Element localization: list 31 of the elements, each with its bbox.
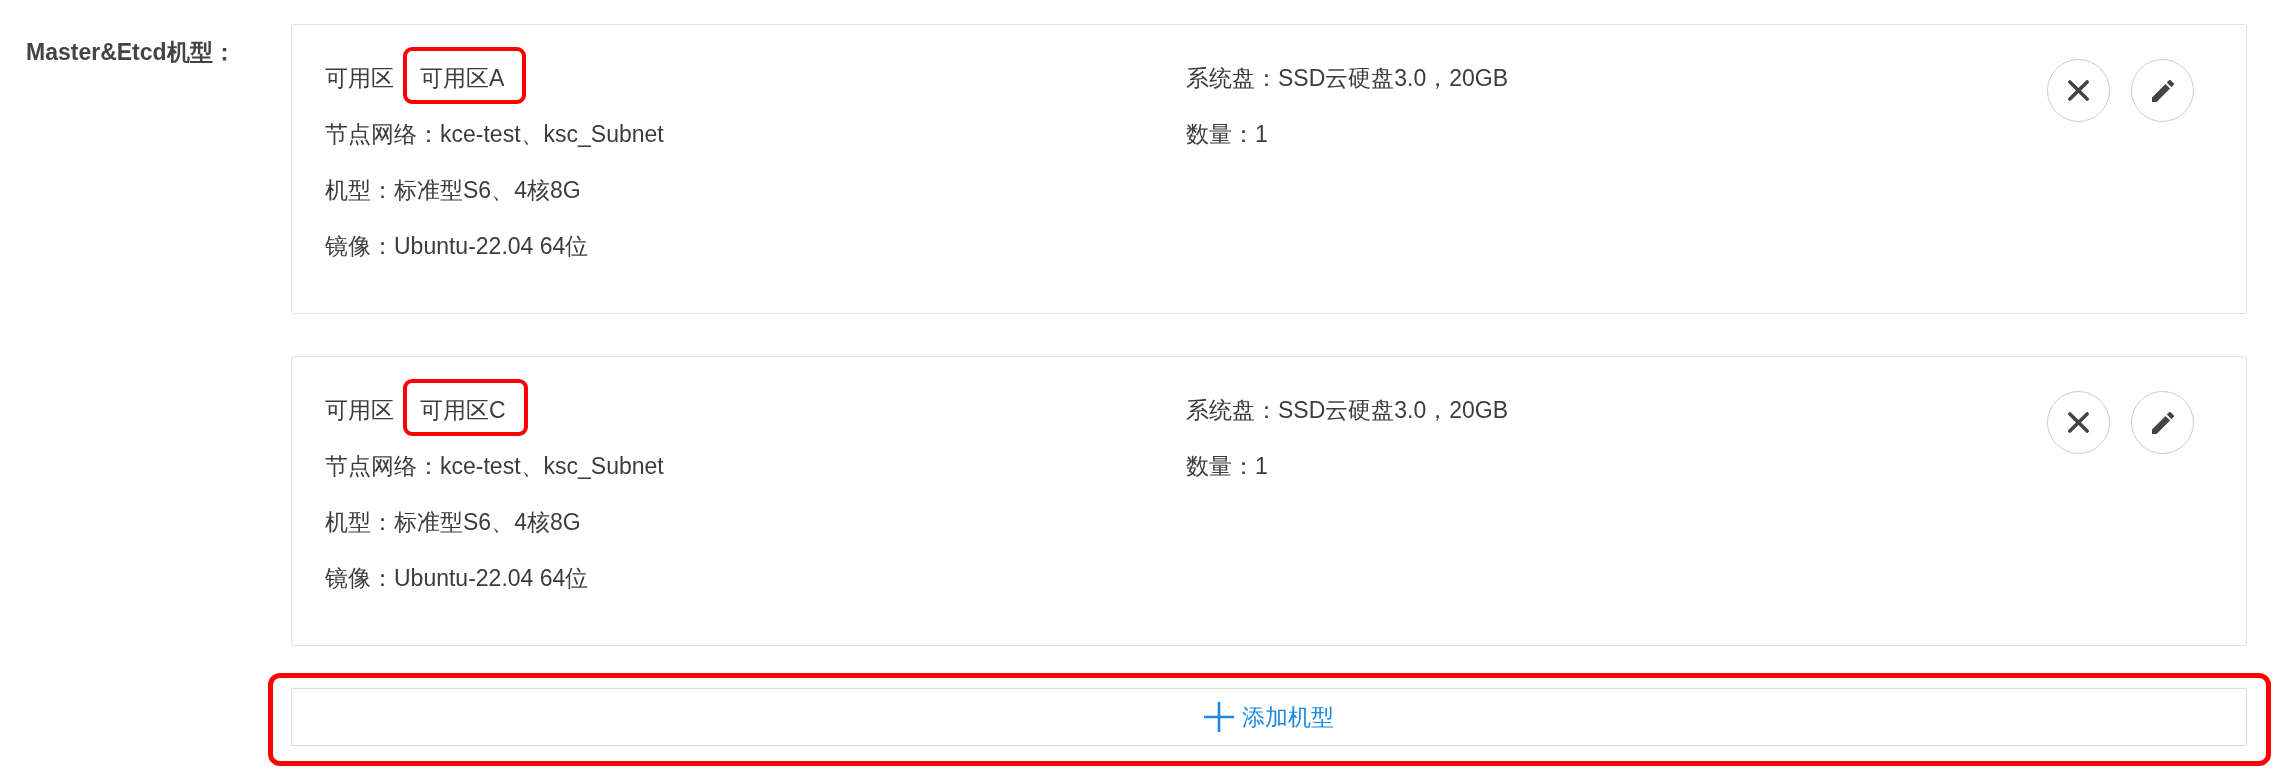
- field-label: 可用区: [325, 64, 394, 93]
- field-label: 机型：: [325, 508, 394, 537]
- pencil-icon: [2151, 411, 2174, 434]
- field-value: 标准型S6、4核8G: [394, 177, 581, 203]
- field-label: 节点网络：: [325, 120, 440, 149]
- add-machine-button[interactable]: 添加机型: [291, 688, 2247, 746]
- field-value: Ubuntu-22.04 64位: [394, 233, 589, 259]
- field-value: SSD云硬盘3.0，20GB: [1278, 65, 1509, 91]
- field-value: kce-test、ksc_Subnet: [440, 121, 664, 147]
- field-value: 1: [1255, 453, 1268, 479]
- field-value: SSD云硬盘3.0，20GB: [1278, 397, 1509, 423]
- field-label: 数量：: [1186, 452, 1255, 481]
- field-value: 可用区C: [420, 397, 506, 423]
- field-value: Ubuntu-22.04 64位: [394, 565, 589, 591]
- pencil-icon: [2151, 79, 2174, 102]
- field-label: 节点网络：: [325, 452, 440, 481]
- field-label: 数量：: [1186, 120, 1255, 149]
- field-label: 镜像：: [325, 232, 394, 261]
- field-value: 可用区A: [420, 65, 505, 91]
- field-label: 镜像：: [325, 564, 394, 593]
- close-icon: [2068, 412, 2089, 433]
- form-label: Master&Etcd机型：: [26, 39, 236, 65]
- field-value: kce-test、ksc_Subnet: [440, 453, 664, 479]
- field-value: 1: [1255, 121, 1268, 147]
- field-value: 标准型S6、4核8G: [394, 509, 581, 535]
- close-icon: [2068, 80, 2089, 101]
- field-label: 机型：: [325, 176, 394, 205]
- plus-icon: [1204, 702, 1234, 732]
- field-label: 系统盘：: [1186, 64, 1278, 93]
- field-label: 系统盘：: [1186, 396, 1278, 425]
- field-label: 可用区: [325, 396, 394, 425]
